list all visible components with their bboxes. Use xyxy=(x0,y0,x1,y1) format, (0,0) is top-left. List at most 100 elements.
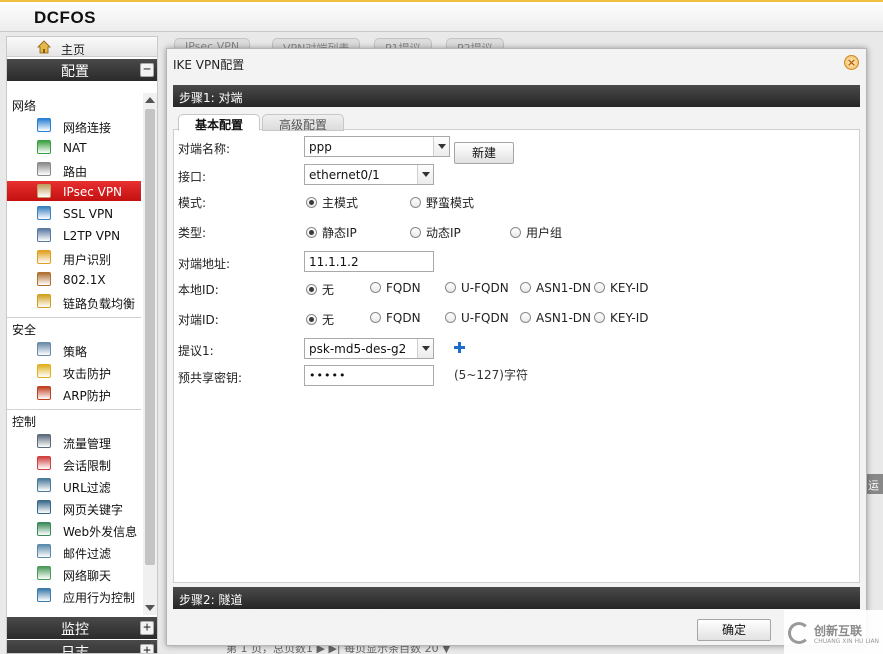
top-bar: DCFOS xyxy=(0,0,883,32)
sidebar-item-label: IPsec VPN xyxy=(63,185,123,199)
sidebar-item-label: 会话限制 xyxy=(63,459,112,473)
chevron-down-icon[interactable] xyxy=(417,339,433,358)
session-icon xyxy=(37,456,51,470)
scroll-up-icon[interactable] xyxy=(145,97,155,103)
peer-id-ufqdn-radio[interactable]: U-FQDN xyxy=(445,311,509,325)
type-user-group-radio[interactable]: 用户组 xyxy=(510,224,562,241)
step2-header[interactable]: 步骤2: 隧道 xyxy=(173,587,860,609)
expand-icon[interactable]: + xyxy=(140,644,154,653)
psk-label: 预共享密钥: xyxy=(178,371,243,385)
sidebar-item-label: 802.1X xyxy=(63,273,106,287)
sidebar-item-web-post[interactable]: Web外发信息 xyxy=(7,519,141,539)
radio-selected-icon xyxy=(306,284,317,295)
sidebar-item-session[interactable]: 会话限制 xyxy=(7,453,141,473)
chevron-down-icon[interactable] xyxy=(433,137,449,156)
radio-selected-icon xyxy=(306,197,317,208)
sidebar-scrollbar[interactable] xyxy=(143,93,157,615)
section-log[interactable]: 日志 + xyxy=(7,640,157,653)
psk-hint: (5~127)字符 xyxy=(454,368,528,382)
sidebar-item-ipsec[interactable]: IPsec VPN xyxy=(7,181,141,201)
radio-selected-icon xyxy=(306,227,317,238)
sidebar-item-globe[interactable]: 网络连接 xyxy=(7,115,141,135)
interface-select[interactable]: ethernet0/1 xyxy=(304,164,434,185)
peer-id-asn1dn-radio[interactable]: ASN1-DN xyxy=(520,311,591,325)
nat-icon xyxy=(37,140,51,154)
proposal-label: 提议1: xyxy=(178,344,214,358)
sidebar-item-label: ARP防护 xyxy=(63,389,111,403)
sidebar-item-policy[interactable]: 策略 xyxy=(7,339,141,359)
local-id-keyid-radio[interactable]: KEY-ID xyxy=(594,281,648,295)
sidebar-item-mail-filter[interactable]: 邮件过滤 xyxy=(7,541,141,561)
sidebar-item-nat[interactable]: NAT xyxy=(7,137,141,157)
tab-basic-config[interactable]: 基本配置 xyxy=(178,114,261,132)
local-id-label: 本地ID: xyxy=(178,283,219,297)
chevron-down-icon[interactable] xyxy=(417,165,433,184)
sidebar-item-chat[interactable]: 网络聊天 xyxy=(7,563,141,583)
new-peer-button[interactable]: 新建 xyxy=(454,142,514,164)
background-right-button[interactable]: 运 xyxy=(866,474,883,494)
sidebar-item-ssl[interactable]: SSL VPN xyxy=(7,203,141,223)
nav-group-label: 控制 xyxy=(12,415,37,429)
sidebar-item-label: L2TP VPN xyxy=(63,229,121,243)
section-config[interactable]: 配置 − xyxy=(7,59,157,81)
sidebar-item-label: 策略 xyxy=(63,345,88,359)
peer-address-input[interactable]: 11.1.1.2 xyxy=(304,251,434,272)
interface-label: 接口: xyxy=(178,170,207,184)
close-icon[interactable]: × xyxy=(844,55,859,70)
mail-filter-icon xyxy=(37,544,51,558)
type-static-ip-radio[interactable]: 静态IP xyxy=(306,224,357,241)
psk-input[interactable]: ••••• xyxy=(304,365,434,386)
mode-main-radio[interactable]: 主模式 xyxy=(306,194,358,211)
mode-aggressive-radio[interactable]: 野蛮模式 xyxy=(410,194,474,211)
local-id-ufqdn-radio[interactable]: U-FQDN xyxy=(445,281,509,295)
sidebar-item-label: 网络连接 xyxy=(63,121,112,135)
ipsec-icon xyxy=(37,184,51,198)
sidebar-item-arp[interactable]: ARP防护 xyxy=(7,383,141,403)
peer-name-value: ppp xyxy=(309,140,332,154)
sidebar-item-home[interactable]: 主页 xyxy=(7,37,157,57)
traffic-icon xyxy=(37,434,51,448)
ok-button[interactable]: 确定 xyxy=(697,619,771,641)
watermark: 创新互联 CHUANG XIN HU LIAN xyxy=(784,610,883,654)
collapse-icon[interactable]: − xyxy=(140,63,154,77)
policy-icon xyxy=(37,342,51,356)
section-monitor[interactable]: 监控 + xyxy=(7,617,157,639)
local-id-fqdn-radio[interactable]: FQDN xyxy=(370,281,421,295)
peer-id-fqdn-radio[interactable]: FQDN xyxy=(370,311,421,325)
sidebar-item-l2tp[interactable]: L2TP VPN xyxy=(7,225,141,245)
sidebar-item-load-balance[interactable]: 链路负载均衡 xyxy=(7,291,141,311)
sidebar-item-label: 攻击防护 xyxy=(63,367,112,381)
tab-advanced-config[interactable]: 高级配置 xyxy=(262,114,345,132)
sidebar-item-label: 链路负载均衡 xyxy=(63,297,136,311)
proposal-select[interactable]: psk-md5-des-g2 xyxy=(304,338,434,359)
section-config-label: 配置 xyxy=(61,64,89,80)
local-id-none-radio[interactable]: 无 xyxy=(306,281,334,298)
type-dynamic-ip-radio[interactable]: 动态IP xyxy=(410,224,461,241)
radio-selected-icon xyxy=(306,314,317,325)
local-id-asn1dn-radio[interactable]: ASN1-DN xyxy=(520,281,591,295)
dialog-title: IKE VPN配置 xyxy=(173,58,245,72)
expand-icon[interactable]: + xyxy=(140,621,154,635)
shield-icon xyxy=(37,364,51,378)
peer-id-none-radio[interactable]: 无 xyxy=(306,311,334,328)
chat-icon xyxy=(37,566,51,580)
scroll-down-icon[interactable] xyxy=(145,605,155,611)
sidebar-item-app-control[interactable]: 应用行为控制 xyxy=(7,585,141,605)
radio-icon xyxy=(370,282,381,293)
sidebar-item-dot1x[interactable]: 802.1X xyxy=(7,269,141,289)
sidebar-item-router[interactable]: 路由 xyxy=(7,159,141,179)
sidebar-item-url-filter[interactable]: URL过滤 xyxy=(7,475,141,495)
sidebar-item-label: 主页 xyxy=(61,43,86,57)
sidebar-item-user-id[interactable]: 用户识别 xyxy=(7,247,141,267)
peer-name-combo[interactable]: ppp xyxy=(304,136,450,157)
sidebar: 主页 配置 − 网络 网络连接 NAT 路由 IPsec VPN SSL VPN L2TP … xyxy=(6,36,158,654)
sidebar-item-shield[interactable]: 攻击防护 xyxy=(7,361,141,381)
scroll-thumb[interactable] xyxy=(145,109,155,565)
add-proposal-icon[interactable] xyxy=(454,342,465,353)
peer-id-keyid-radio[interactable]: KEY-ID xyxy=(594,311,648,325)
type-label: 类型: xyxy=(178,226,207,240)
brand-logo: DCFOS xyxy=(34,8,96,27)
sidebar-item-traffic[interactable]: 流量管理 xyxy=(7,431,141,451)
sidebar-item-label: 流量管理 xyxy=(63,437,112,451)
sidebar-item-keyword[interactable]: 网页关键字 xyxy=(7,497,141,517)
